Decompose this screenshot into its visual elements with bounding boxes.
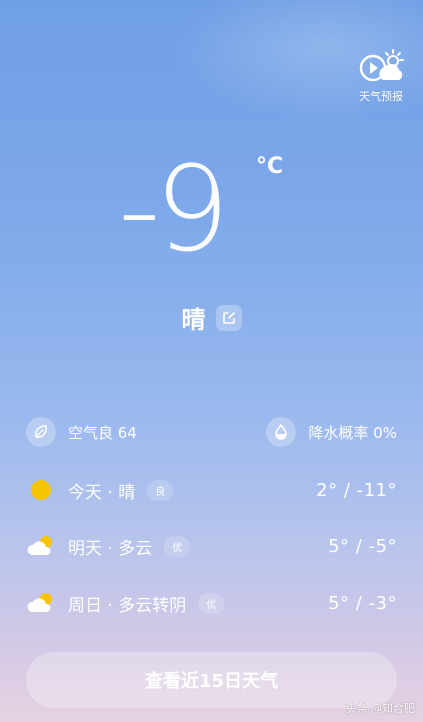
temperature-value: -9 (118, 140, 230, 278)
partly-cloudy-icon (26, 531, 56, 561)
day-temp-range: 5° / -3° (328, 592, 397, 614)
edit-icon (222, 311, 235, 324)
forecast-label: 天气预报 (359, 90, 403, 103)
air-quality[interactable]: 空气良 64 (26, 417, 137, 447)
info-row: 空气良 64 降水概率 0% (26, 416, 397, 448)
day-label: 今天 · 晴 (68, 482, 136, 503)
day-row-tomorrow[interactable]: 明天 · 多云 优 5° / -5° (26, 530, 397, 562)
condition-row: 晴 (0, 300, 423, 335)
day-temp-range: 5° / -5° (328, 535, 397, 557)
day-temp-range: 2° / -11° (316, 479, 397, 501)
precipitation[interactable]: 降水概率 0% (266, 417, 397, 447)
day-label: 周日 · 多云转阴 (68, 595, 187, 616)
water-drop-icon (266, 417, 297, 447)
temperature-unit: °C (256, 154, 284, 179)
day-row-sunday[interactable]: 周日 · 多云转阴 优 5° / -3° (26, 587, 397, 619)
forecast-shortcut[interactable]: 天气预报 (353, 48, 409, 104)
aqi-badge: 优 (164, 535, 191, 557)
precipitation-label: 降水概率 0% (308, 423, 397, 442)
air-quality-label: 空气良 64 (68, 423, 137, 442)
aqi-badge: 良 (147, 479, 174, 501)
day-label: 明天 · 多云 (68, 538, 153, 559)
leaf-icon (26, 417, 56, 447)
edit-location-button[interactable] (215, 304, 242, 331)
play-cloud-sun-icon (359, 49, 404, 82)
watermark: 头条 @知合肥 (345, 702, 416, 715)
current-temperature: -9 °C (118, 150, 308, 280)
condition-text: 晴 (181, 306, 206, 334)
day-row-today[interactable]: 今天 · 晴 良 2° / -11° (26, 474, 397, 506)
aqi-badge: 优 (198, 592, 225, 614)
sun-icon (26, 475, 56, 505)
partly-cloudy-icon (26, 588, 56, 618)
view-15-day-forecast-button[interactable]: 查看近15日天气 (26, 652, 397, 708)
